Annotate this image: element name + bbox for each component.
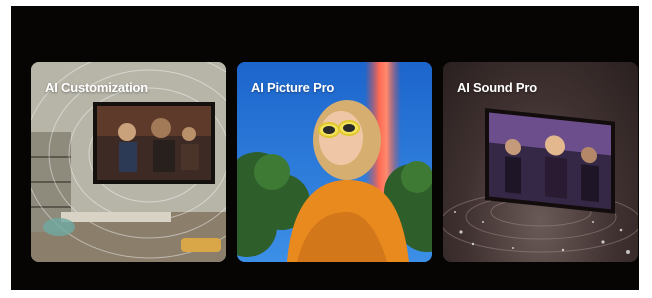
ai-picture-pro-card[interactable]: AI Picture Pro [237, 62, 432, 262]
card-title: AI Sound Pro [457, 80, 537, 95]
ai-customization-card[interactable]: AI Customization [31, 62, 226, 262]
ai-sound-pro-card[interactable]: AI Sound Pro [443, 62, 638, 262]
card-title: AI Picture Pro [251, 80, 335, 95]
card-title: AI Customization [45, 80, 148, 95]
feature-banner: AI Customization AI Picture Pro AI Sound… [11, 6, 639, 290]
